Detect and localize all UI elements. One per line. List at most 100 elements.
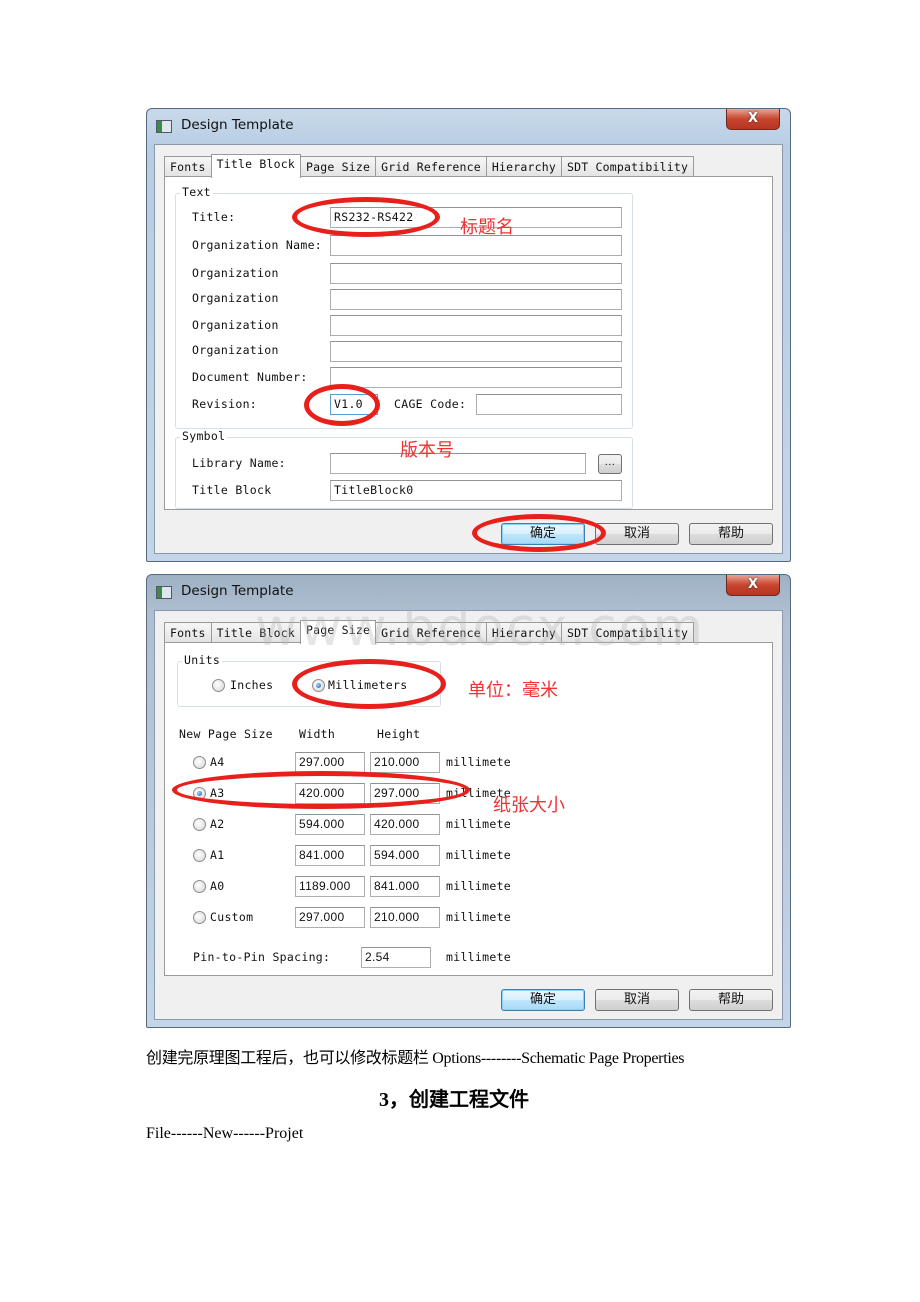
annotation-units-text: 单位：毫米	[468, 680, 558, 701]
tab-bar: Fonts Title Block Page Size Grid Referen…	[164, 620, 695, 644]
document-number-field[interactable]	[330, 367, 622, 388]
height-field-a4[interactable]: 210.000	[370, 752, 440, 773]
pin-spacing-label: Pin-to-Pin Spacing:	[193, 950, 331, 964]
inches-label: Inches	[230, 678, 274, 692]
pin-spacing-unit: millimeter	[446, 950, 513, 964]
tab-title-block[interactable]: Title Block	[210, 154, 301, 178]
size-label-a3: A3	[210, 786, 225, 800]
title-label: Title:	[192, 210, 236, 224]
tab-bar: Fonts Title Block Page Size Grid Referen…	[164, 154, 695, 178]
text-group-label: Text	[180, 185, 213, 199]
title-block-name-field[interactable]: TitleBlock0	[330, 480, 622, 501]
design-template-dialog-title-block: Design Template X Fonts Title Block Page…	[146, 108, 791, 562]
cage-code-field[interactable]	[476, 394, 622, 415]
organization-address2-field[interactable]	[330, 289, 622, 310]
size-label-a2: A2	[210, 817, 225, 831]
app-icon	[156, 586, 172, 599]
revision-field[interactable]: V1.0	[330, 394, 378, 415]
size-label-a4: A4	[210, 755, 225, 769]
size-radio-a0[interactable]	[193, 880, 206, 893]
organization-address4-field[interactable]	[330, 341, 622, 362]
unit-label-a4: millimeter	[446, 755, 513, 769]
tab-grid-reference[interactable]: Grid Reference	[375, 156, 487, 177]
millimeters-radio[interactable]	[312, 679, 325, 692]
help-button[interactable]: 帮助	[689, 523, 773, 545]
revision-label: Revision:	[192, 397, 258, 411]
body-paragraph: 创建完原理图工程后，也可以修改标题栏 Options--------Schema…	[146, 1050, 685, 1067]
height-field-a3[interactable]: 297.000	[370, 783, 440, 804]
close-button[interactable]: X	[726, 575, 780, 596]
cage-code-label: CAGE Code:	[394, 397, 467, 411]
design-template-dialog-page-size: Design Template X Fonts Title Block Page…	[146, 574, 791, 1028]
unit-label-custom: millimeter	[446, 910, 513, 924]
title-bar[interactable]: Design Template X	[147, 109, 790, 143]
text-group: Text Title: RS232-RS422 Organization Nam…	[175, 185, 633, 429]
dialog-client: Fonts Title Block Page Size Grid Referen…	[154, 610, 783, 1020]
symbol-group-label: Symbol	[180, 429, 228, 443]
document-number-label: Document Number:	[192, 370, 308, 384]
window-title: Design Template	[181, 117, 294, 133]
ok-button[interactable]: 确定	[501, 523, 585, 545]
height-field-a1[interactable]: 594.000	[370, 845, 440, 866]
tab-fonts[interactable]: Fonts	[164, 622, 212, 643]
cancel-button[interactable]: 取消	[595, 989, 679, 1011]
size-radio-a1[interactable]	[193, 849, 206, 862]
annotation-paper-size-text: 纸张大小	[493, 795, 565, 816]
step-text: File------New------Projet	[146, 1125, 304, 1142]
size-radio-a3[interactable]	[193, 787, 206, 800]
width-field-a4[interactable]: 297.000	[295, 752, 365, 773]
width-field-a0[interactable]: 1189.000	[295, 876, 365, 897]
new-page-size-header: New Page Size	[179, 727, 273, 741]
tab-hierarchy[interactable]: Hierarchy	[485, 622, 562, 643]
dialog-client: Fonts Title Block Page Size Grid Referen…	[154, 144, 783, 554]
size-label-custom: Custom	[210, 910, 254, 924]
title-bar[interactable]: Design Template X	[147, 575, 790, 609]
organization-address4-label: Organization	[192, 343, 279, 357]
width-header: Width	[299, 727, 336, 741]
width-field-a3[interactable]: 420.000	[295, 783, 365, 804]
inches-radio[interactable]	[212, 679, 225, 692]
cancel-button[interactable]: 取消	[595, 523, 679, 545]
height-header: Height	[377, 727, 421, 741]
organization-address2-label: Organization	[192, 291, 279, 305]
organization-address1-field[interactable]	[330, 263, 622, 284]
ok-button[interactable]: 确定	[501, 989, 585, 1011]
size-radio-a4[interactable]	[193, 756, 206, 769]
units-group-label: Units	[182, 653, 223, 667]
library-name-field[interactable]	[330, 453, 586, 474]
tab-sdt-compatibility[interactable]: SDT Compatibility	[560, 156, 695, 177]
help-button[interactable]: 帮助	[689, 989, 773, 1011]
height-field-a2[interactable]: 420.000	[370, 814, 440, 835]
tab-page-size[interactable]: Page Size	[300, 156, 377, 177]
height-field-custom[interactable]: 210.000	[370, 907, 440, 928]
tab-grid-reference[interactable]: Grid Reference	[375, 622, 487, 643]
unit-label-a1: millimeter	[446, 848, 513, 862]
pin-spacing-field[interactable]: 2.54	[361, 947, 431, 968]
annotation-revision-text: 版本号	[400, 440, 454, 461]
width-field-custom[interactable]: 297.000	[295, 907, 365, 928]
width-field-a1[interactable]: 841.000	[295, 845, 365, 866]
unit-label-a2: millimeter	[446, 817, 513, 831]
title-block-name-label: Title Block	[192, 483, 272, 497]
size-radio-a2[interactable]	[193, 818, 206, 831]
close-button[interactable]: X	[726, 109, 780, 130]
height-field-a0[interactable]: 841.000	[370, 876, 440, 897]
size-radio-custom[interactable]	[193, 911, 206, 924]
organization-address1-label: Organization	[192, 266, 279, 280]
tab-sdt-compatibility[interactable]: SDT Compatibility	[560, 622, 695, 643]
tab-page-size[interactable]: Page Size	[300, 620, 377, 644]
organization-address3-label: Organization	[192, 318, 279, 332]
tab-hierarchy[interactable]: Hierarchy	[485, 156, 562, 177]
millimeters-label: Millimeters	[328, 678, 408, 692]
tab-title-block[interactable]: Title Block	[210, 622, 301, 643]
app-icon	[156, 120, 172, 133]
organization-address3-field[interactable]	[330, 315, 622, 336]
tab-fonts[interactable]: Fonts	[164, 156, 212, 177]
section-heading: 3，创建工程文件	[379, 1089, 529, 1111]
width-field-a2[interactable]: 594.000	[295, 814, 365, 835]
size-label-a0: A0	[210, 879, 225, 893]
browse-library-button[interactable]: ...	[598, 454, 622, 474]
window-title: Design Template	[181, 583, 294, 599]
annotation-title-text: 标题名	[460, 217, 514, 238]
unit-label-a0: millimeter	[446, 879, 513, 893]
